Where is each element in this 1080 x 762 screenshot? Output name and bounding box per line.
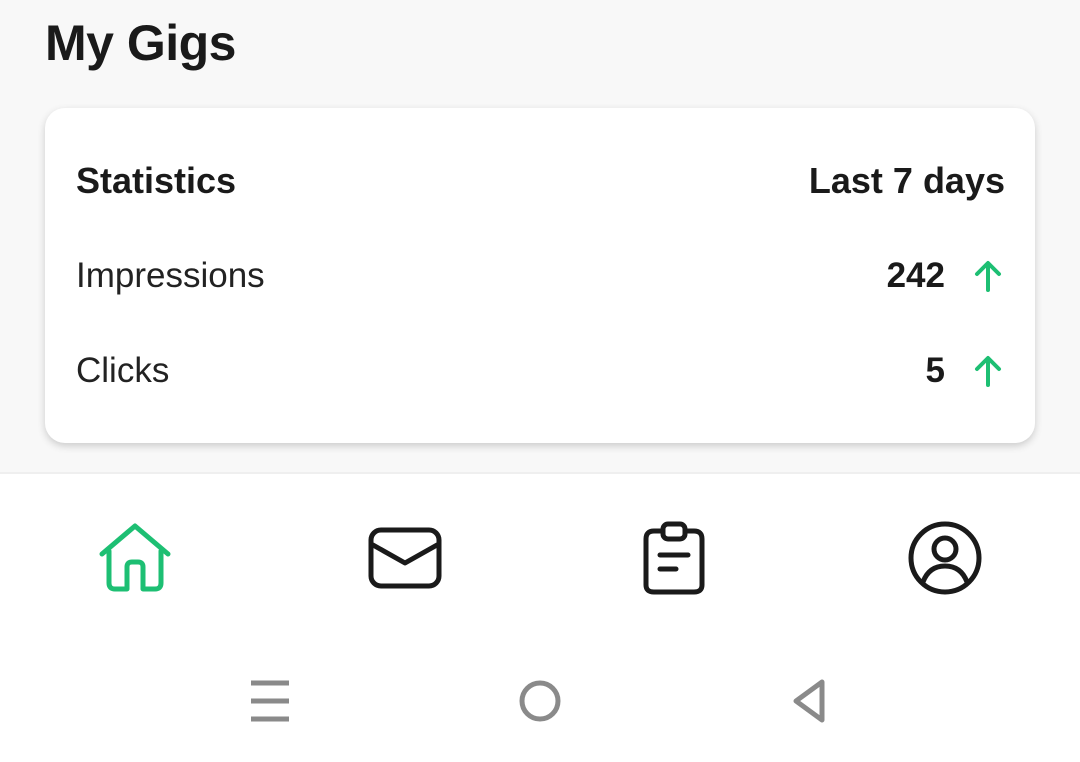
- stat-value-group: 242: [887, 256, 1005, 296]
- nav-home-button[interactable]: [95, 518, 175, 598]
- nav-inbox-button[interactable]: [365, 518, 445, 598]
- page-title: My Gigs: [45, 15, 236, 71]
- stat-value-group: 5: [926, 351, 1005, 391]
- stat-row-impressions: Impressions 242: [76, 251, 1005, 301]
- system-home-button[interactable]: [515, 676, 565, 726]
- user-circle-icon: [908, 521, 982, 595]
- home-icon: [99, 523, 171, 592]
- bottom-navigation: [0, 474, 1080, 644]
- system-navigation-bar: [0, 644, 1080, 762]
- arrow-up-icon: [975, 261, 1001, 292]
- arrow-up-icon: [975, 356, 1001, 387]
- recent-apps-icon: [251, 680, 289, 722]
- envelope-icon: [368, 527, 442, 589]
- stat-row-clicks: Clicks 5: [76, 346, 1005, 396]
- system-back-button[interactable]: [783, 676, 833, 726]
- statistics-title: Statistics: [76, 160, 237, 201]
- stat-label: Impressions: [76, 256, 265, 295]
- nav-profile-button[interactable]: [905, 518, 985, 598]
- home-circle-icon: [519, 680, 561, 722]
- period-selector[interactable]: Last 7 days: [809, 160, 1005, 202]
- stat-value: 242: [886, 256, 945, 295]
- statistics-header: Statistics Last 7 days: [76, 160, 1005, 202]
- main-content: My Gigs Statistics Last 7 days Impressio…: [0, 0, 1080, 472]
- app-screen: My Gigs Statistics Last 7 days Impressio…: [0, 0, 1080, 762]
- recent-apps-button[interactable]: [245, 676, 295, 726]
- statistics-card: Statistics Last 7 days Impressions 242 C…: [45, 108, 1035, 443]
- stat-label: Clicks: [76, 351, 170, 390]
- back-triangle-icon: [793, 679, 825, 723]
- stat-value: 5: [925, 351, 945, 390]
- clipboard-icon: [643, 521, 705, 595]
- nav-orders-button[interactable]: [634, 518, 714, 598]
